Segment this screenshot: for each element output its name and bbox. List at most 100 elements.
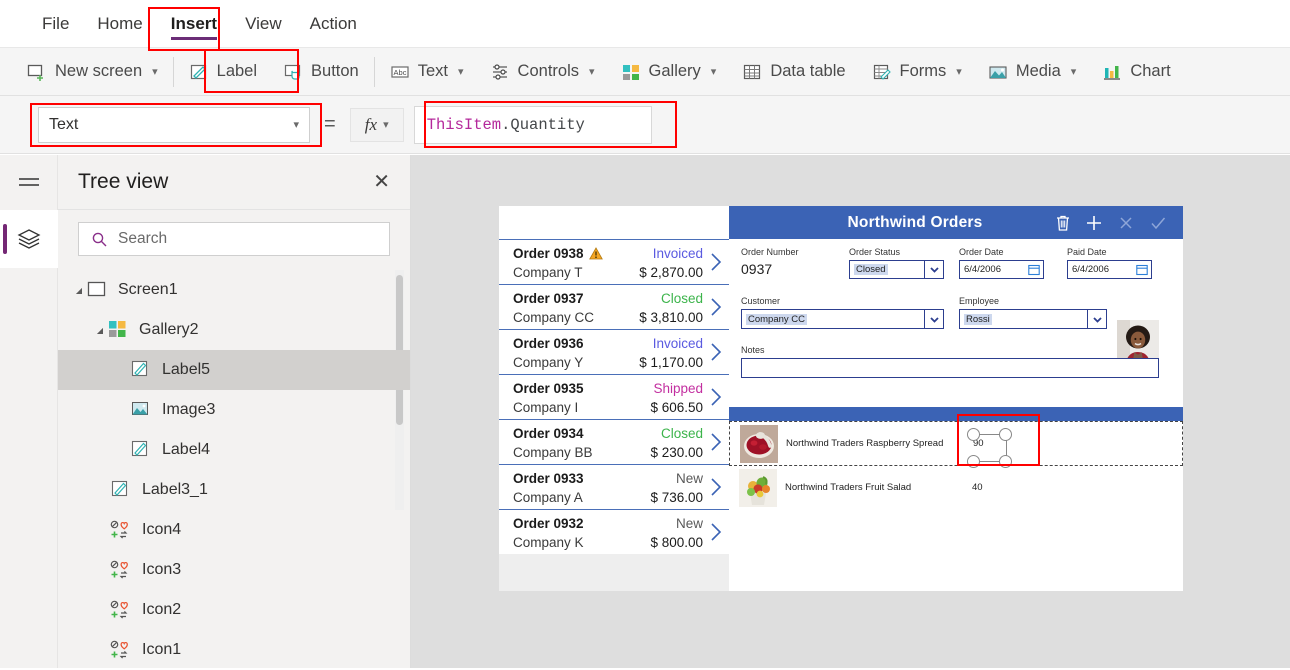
chevron-right-icon[interactable] xyxy=(709,431,723,453)
media-menu-button[interactable]: Media ▾ xyxy=(975,49,1089,95)
search-input[interactable]: Search xyxy=(78,222,390,256)
order-status: New xyxy=(675,471,703,486)
order-id: Order 0933 xyxy=(513,471,584,486)
tree-item-label: Icon4 xyxy=(142,521,182,538)
ribbon-label: Button xyxy=(311,62,359,80)
chevron-down-icon[interactable] xyxy=(924,261,943,278)
order-number-label: Order Number xyxy=(741,247,799,257)
text-menu-button[interactable]: Abc Text ▾ xyxy=(377,49,477,95)
label-button[interactable]: Label xyxy=(176,49,270,95)
calendar-icon[interactable] xyxy=(1026,263,1041,276)
orders-gallery[interactable]: Order 0938 Invoiced Company T $ 2,870.00 xyxy=(499,239,729,591)
order-details-gallery[interactable]: Northwind Traders Raspberry Spread 90 No… xyxy=(729,421,1183,591)
order-amount: $ 3,810.00 xyxy=(639,310,703,325)
fx-button[interactable]: fx ▾ xyxy=(349,107,404,142)
chevron-right-icon[interactable] xyxy=(709,476,723,498)
order-company: Company BB xyxy=(513,445,593,460)
gallery-item[interactable]: Order 0937 Closed Company CC $ 3,810.00 xyxy=(499,284,729,329)
text-icon: Abc xyxy=(390,62,410,82)
tree-item-label3-1[interactable]: Label3_1 xyxy=(58,470,410,510)
tree-item-icon1[interactable]: Icon1 xyxy=(58,630,410,670)
gallery-item[interactable]: Order 0938 Invoiced Company T $ 2,870.00 xyxy=(499,239,729,284)
tree-item-label5[interactable]: Label5 xyxy=(58,350,410,390)
gallery-item[interactable]: Order 0932 New Company K $ 800.00 xyxy=(499,509,729,554)
menu-tab-home[interactable]: Home xyxy=(83,8,156,40)
order-amount: $ 736.00 xyxy=(650,490,703,505)
ribbon-divider xyxy=(172,56,174,87)
gallery-item[interactable]: Order 0934 Closed Company BB $ 230.00 xyxy=(499,419,729,464)
tree-item-image3[interactable]: Image3 xyxy=(58,390,410,430)
tree-item-gallery2[interactable]: ◢ Gallery2 xyxy=(58,310,410,350)
formula-input[interactable]: ThisItem .Quantity xyxy=(413,105,652,144)
customer-value: Company CC xyxy=(746,313,808,325)
chevron-right-icon[interactable] xyxy=(709,386,723,408)
chevron-down-icon: ▾ xyxy=(589,66,595,78)
chevron-down-icon[interactable] xyxy=(924,310,943,328)
tree-view-rail-button[interactable] xyxy=(0,210,58,268)
close-icon[interactable]: ✕ xyxy=(373,172,390,192)
data-table-button[interactable]: Data table xyxy=(729,49,858,95)
order-id-text: Order 0937 xyxy=(513,291,584,306)
gallery-item[interactable]: Order 0933 New Company A $ 736.00 xyxy=(499,464,729,509)
chevron-right-icon[interactable] xyxy=(709,251,723,273)
hamburger-menu-button[interactable] xyxy=(0,155,58,210)
order-detail-row[interactable]: Northwind Traders Raspberry Spread 90 xyxy=(729,421,1183,468)
order-company: Company T xyxy=(513,265,583,280)
menu-tab-file[interactable]: File xyxy=(28,8,83,40)
product-quantity: 40 xyxy=(972,482,983,493)
property-dropdown-value: Text xyxy=(49,115,79,133)
new-screen-button[interactable]: New screen ▾ xyxy=(14,49,171,95)
controls-menu-button[interactable]: Controls ▾ xyxy=(477,49,608,95)
order-status-dropdown[interactable]: Closed xyxy=(849,260,944,279)
gallery-item[interactable]: Order 0935 Shipped Company I $ 606.50 xyxy=(499,374,729,419)
customer-dropdown[interactable]: Company CC xyxy=(741,309,944,329)
chevron-down-icon[interactable] xyxy=(1087,310,1106,328)
gallery-menu-button[interactable]: Gallery ▾ xyxy=(608,49,730,95)
menu-tab-view[interactable]: View xyxy=(231,8,296,40)
order-detail-row[interactable]: Northwind Traders Fruit Salad 40 xyxy=(729,466,1183,511)
cancel-icon[interactable] xyxy=(1117,214,1135,232)
save-icon[interactable] xyxy=(1149,214,1167,232)
order-date-value: 6/4/2006 xyxy=(964,264,1001,275)
selected-label-handles[interactable] xyxy=(961,428,1025,468)
delete-icon[interactable] xyxy=(1055,214,1071,232)
property-dropdown[interactable]: Text ▾ xyxy=(38,106,310,143)
icons-icon xyxy=(110,560,132,580)
forms-menu-button[interactable]: Forms ▾ xyxy=(859,49,975,95)
notes-label: Notes xyxy=(741,345,765,355)
order-status-value: Closed xyxy=(854,264,888,275)
menu-tab-action[interactable]: Action xyxy=(296,8,371,40)
calendar-icon[interactable] xyxy=(1134,263,1149,276)
resize-handle-top-left[interactable] xyxy=(967,428,980,441)
chevron-right-icon[interactable] xyxy=(709,341,723,363)
order-date-field[interactable]: 6/4/2006 xyxy=(959,260,1044,279)
tree-item-icon3[interactable]: Icon3 xyxy=(58,550,410,590)
tree-item-label: Label4 xyxy=(162,441,211,458)
expand-twisty-icon[interactable]: ◢ xyxy=(72,286,86,295)
paid-date-field[interactable]: 6/4/2006 xyxy=(1067,260,1152,279)
menu-tab-insert[interactable]: Insert xyxy=(157,8,231,40)
tree-item-label4[interactable]: Label4 xyxy=(58,430,410,470)
ribbon-label: Controls xyxy=(517,62,579,80)
gallery-item[interactable]: Order 0936 Invoiced Company Y $ 1,170.00 xyxy=(499,329,729,374)
add-icon[interactable] xyxy=(1085,214,1103,232)
tree-view-panel: Tree view ✕ Search ◢ Screen1 ◢ Gallery2 … xyxy=(58,155,411,668)
tree-item-icon4[interactable]: Icon4 xyxy=(58,510,410,550)
controls-icon xyxy=(490,62,510,82)
label-icon xyxy=(130,360,152,380)
notes-field[interactable] xyxy=(741,358,1159,378)
chart-icon xyxy=(1102,62,1122,82)
resize-handle-top-right[interactable] xyxy=(999,428,1012,441)
tree-item-icon2[interactable]: Icon2 xyxy=(58,590,410,630)
employee-dropdown[interactable]: Rossi xyxy=(959,309,1107,329)
button-button[interactable]: Button xyxy=(270,49,372,95)
menu-tab-label: Insert xyxy=(170,13,218,33)
chevron-right-icon[interactable] xyxy=(709,296,723,318)
chart-menu-button[interactable]: Chart xyxy=(1089,49,1183,95)
product-name: Northwind Traders Fruit Salad xyxy=(785,482,912,493)
warning-icon xyxy=(588,247,603,260)
expand-twisty-icon[interactable]: ◢ xyxy=(93,326,107,335)
chevron-right-icon[interactable] xyxy=(709,521,723,543)
chevron-down-icon: ▾ xyxy=(458,66,464,78)
tree-item-screen1[interactable]: ◢ Screen1 xyxy=(58,270,410,310)
